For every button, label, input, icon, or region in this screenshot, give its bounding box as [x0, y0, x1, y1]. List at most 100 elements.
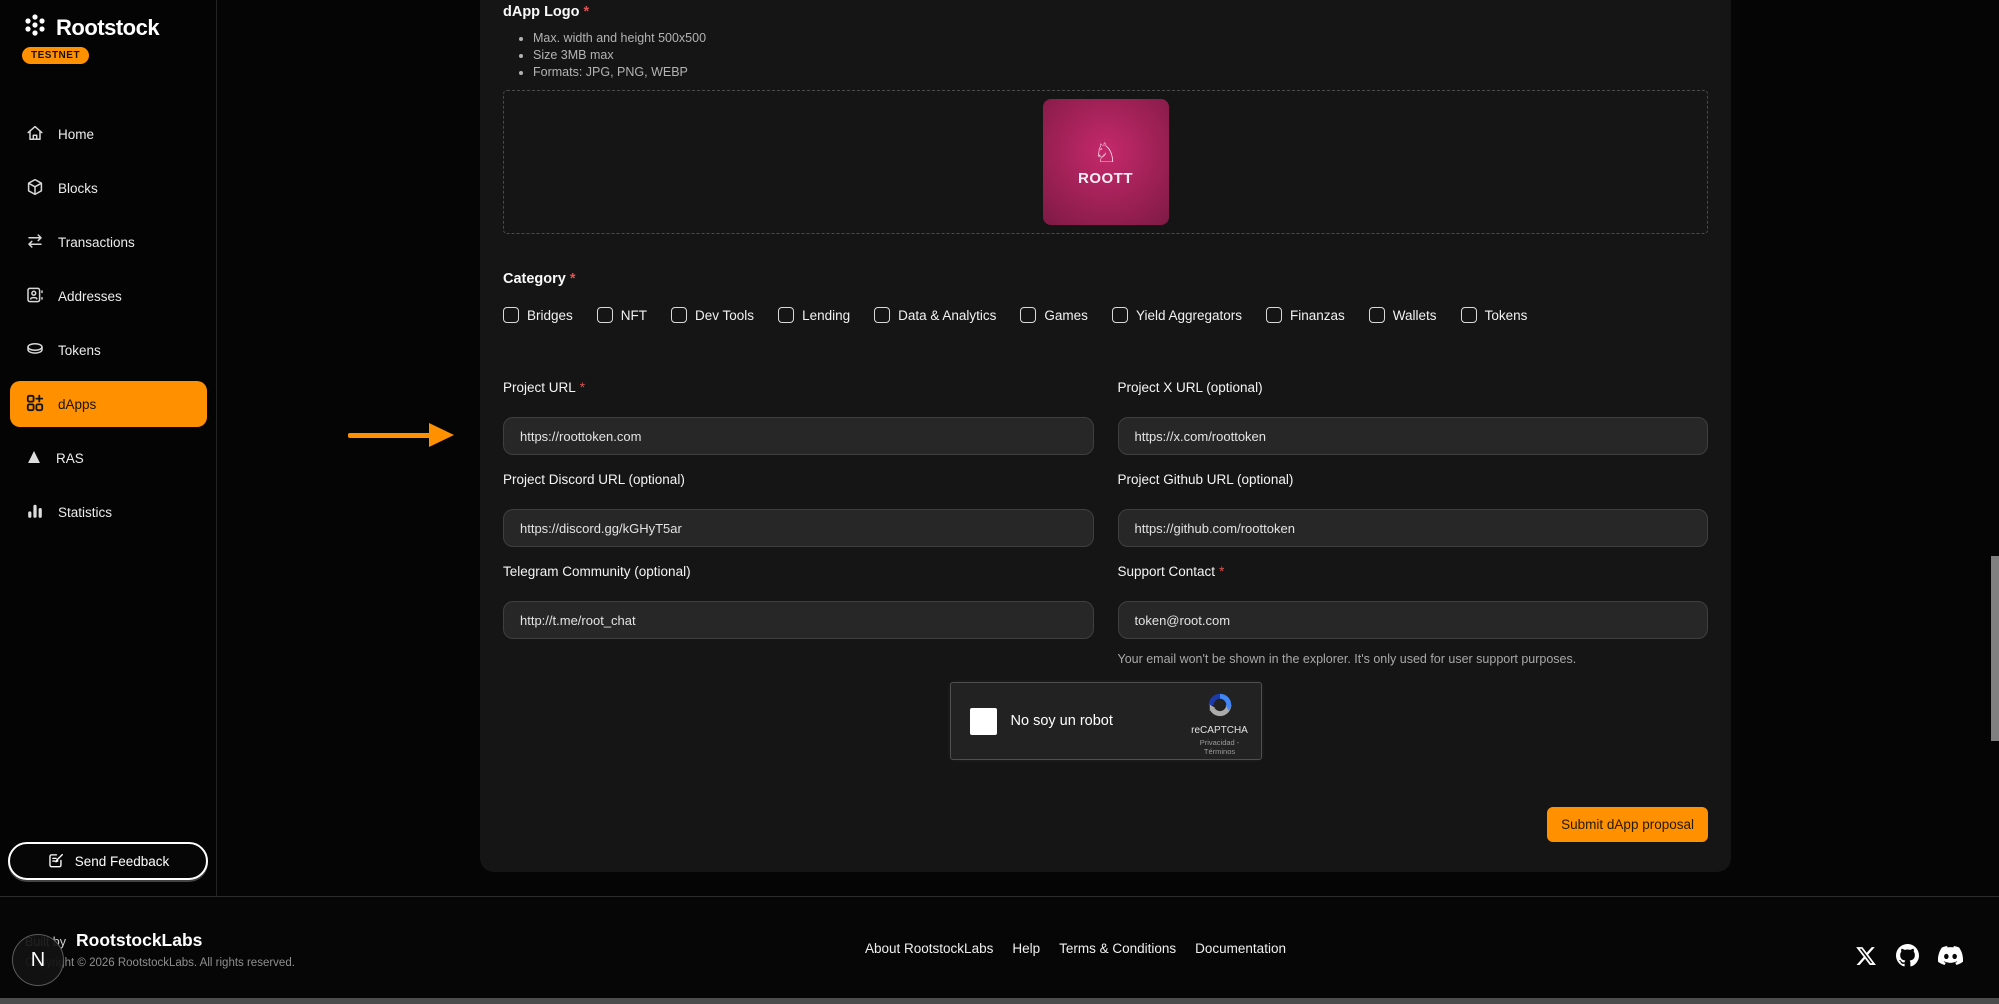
- sidebar-item-statistics[interactable]: Statistics: [0, 485, 217, 539]
- category-checkbox-wallets[interactable]: Wallets: [1369, 307, 1437, 323]
- rootstock-flower-icon: [22, 12, 48, 43]
- checkbox[interactable]: [671, 307, 687, 323]
- logo-rule: Formats: JPG, PNG, WEBP: [533, 64, 1708, 81]
- category-checkbox-games[interactable]: Games: [1020, 307, 1088, 323]
- footer-link-documentation[interactable]: Documentation: [1195, 941, 1286, 956]
- checkbox[interactable]: [1020, 307, 1036, 323]
- logo-preview-name: ROOTT: [1078, 170, 1133, 187]
- required-asterisk: *: [1219, 564, 1224, 579]
- n-overlay-badge[interactable]: N: [12, 934, 64, 986]
- sidebar-item-blocks[interactable]: Blocks: [0, 161, 217, 215]
- feedback-note-icon: [47, 851, 65, 872]
- sidebar-item-ras[interactable]: RAS: [0, 431, 217, 485]
- send-feedback-label: Send Feedback: [75, 854, 170, 869]
- sidebar-item-label: Statistics: [58, 505, 112, 520]
- recaptcha-brand-text: reCAPTCHA: [1189, 725, 1251, 736]
- field-telegram-community: Telegram Community (optional): [503, 564, 1094, 666]
- project-github-url-input[interactable]: [1118, 509, 1709, 547]
- recaptcha-checkbox[interactable]: [970, 708, 997, 735]
- dapps-grid-plus-icon: [25, 393, 45, 416]
- vertical-scrollbar-thumb[interactable]: [1991, 556, 1999, 741]
- category-checkbox-dev-tools[interactable]: Dev Tools: [671, 307, 754, 323]
- support-contact-input[interactable]: [1118, 601, 1709, 639]
- checkbox[interactable]: [778, 307, 794, 323]
- logo-dropzone[interactable]: ♘ ROOTT: [503, 90, 1708, 234]
- sidebar-item-tokens[interactable]: Tokens: [0, 323, 217, 377]
- sidebar-item-label: Blocks: [58, 181, 98, 196]
- sidebar-item-label: Tokens: [58, 343, 101, 358]
- logo-rule: Max. width and height 500x500: [533, 30, 1708, 47]
- contact-card-icon: [25, 285, 45, 308]
- category-option-label: Dev Tools: [695, 308, 754, 323]
- x-icon[interactable]: [1855, 945, 1877, 967]
- category-option-label: NFT: [621, 308, 647, 323]
- dapp-proposal-form: dApp Logo* Max. width and height 500x500…: [480, 0, 1731, 872]
- testnet-badge: TESTNET: [22, 47, 89, 64]
- sidebar-item-transactions[interactable]: Transactions: [0, 215, 217, 269]
- checkbox[interactable]: [1112, 307, 1128, 323]
- checkbox[interactable]: [1266, 307, 1282, 323]
- category-checkbox-nft[interactable]: NFT: [597, 307, 647, 323]
- discord-icon[interactable]: [1938, 943, 1963, 968]
- checkbox[interactable]: [1461, 307, 1477, 323]
- category-option-label: Finanzas: [1290, 308, 1345, 323]
- coin-icon: [25, 339, 45, 362]
- project-url-input[interactable]: [503, 417, 1094, 455]
- footer: Built by RootstockLabs Copyright © 2026 …: [0, 896, 1999, 998]
- logo-rule: Size 3MB max: [533, 47, 1708, 64]
- sidebar-item-label: dApps: [58, 397, 96, 412]
- sidebar-item-addresses[interactable]: Addresses: [0, 269, 217, 323]
- logo-requirements: Max. width and height 500x500 Size 3MB m…: [503, 30, 1708, 81]
- category-checkbox-yield-aggregators[interactable]: Yield Aggregators: [1112, 307, 1242, 323]
- footer-brand-block: Built by RootstockLabs Copyright © 2026 …: [25, 930, 295, 969]
- footer-brand-name: RootstockLabs: [76, 930, 202, 951]
- footer-link-about[interactable]: About RootstockLabs: [865, 941, 993, 956]
- support-contact-note: Your email won't be shown in the explore…: [1118, 652, 1709, 666]
- footer-link-terms[interactable]: Terms & Conditions: [1059, 941, 1176, 956]
- sidebar-item-label: Addresses: [58, 289, 122, 304]
- send-feedback-button[interactable]: Send Feedback: [8, 842, 208, 880]
- project-x-url-input[interactable]: [1118, 417, 1709, 455]
- sidebar-item-home[interactable]: Home: [0, 107, 217, 161]
- category-checkbox-data-analytics[interactable]: Data & Analytics: [874, 307, 996, 323]
- field-label: Support Contact*: [1118, 564, 1709, 581]
- field-project-github-url: Project Github URL (optional): [1118, 472, 1709, 564]
- arrow-annotation: [348, 433, 432, 438]
- field-project-discord-url: Project Discord URL (optional): [503, 472, 1094, 564]
- checkbox[interactable]: [597, 307, 613, 323]
- submit-row: Submit dApp proposal: [503, 807, 1708, 842]
- category-option-label: Lending: [802, 308, 850, 323]
- required-asterisk: *: [580, 380, 585, 395]
- recaptcha-icon: [1205, 707, 1235, 724]
- checkbox[interactable]: [1369, 307, 1385, 323]
- footer-link-help[interactable]: Help: [1012, 941, 1040, 956]
- footer-socials: [1855, 943, 1963, 968]
- github-icon[interactable]: [1896, 944, 1919, 967]
- category-checkbox-bridges[interactable]: Bridges: [503, 307, 573, 323]
- brand-logo[interactable]: Rootstock: [22, 12, 159, 43]
- logo-preview-tile: ♘ ROOTT: [1043, 99, 1169, 225]
- required-asterisk: *: [570, 271, 576, 287]
- category-option-label: Data & Analytics: [898, 308, 996, 323]
- sidebar-nav: Home Blocks Transactions Addresses Token…: [0, 107, 217, 539]
- arrow-annotation-head: [429, 423, 454, 447]
- sidebar-item-label: Home: [58, 127, 94, 142]
- sidebar: Rootstock TESTNET Home Blocks Transactio…: [0, 0, 217, 896]
- category-checkbox-lending[interactable]: Lending: [778, 307, 850, 323]
- project-discord-url-input[interactable]: [503, 509, 1094, 547]
- field-label: Project Discord URL (optional): [503, 472, 1094, 489]
- submit-dapp-proposal-button[interactable]: Submit dApp proposal: [1547, 807, 1708, 842]
- checkbox[interactable]: [503, 307, 519, 323]
- category-checkbox-tokens[interactable]: Tokens: [1461, 307, 1528, 323]
- checkbox[interactable]: [874, 307, 890, 323]
- sidebar-item-dapps[interactable]: dApps: [10, 381, 207, 427]
- recaptcha-legal-links[interactable]: Privacidad - Términos: [1189, 738, 1251, 756]
- category-checkbox-finanzas[interactable]: Finanzas: [1266, 307, 1345, 323]
- recaptcha-widget: No soy un robot reCAPTCHA Privacidad - T…: [950, 682, 1262, 760]
- telegram-community-input[interactable]: [503, 601, 1094, 639]
- field-label: Project X URL (optional): [1118, 380, 1709, 397]
- horizontal-scrollbar[interactable]: [0, 998, 1999, 1004]
- field-label: Project Github URL (optional): [1118, 472, 1709, 489]
- page: Rootstock TESTNET Home Blocks Transactio…: [0, 0, 1999, 1004]
- triangle-icon: [25, 448, 43, 469]
